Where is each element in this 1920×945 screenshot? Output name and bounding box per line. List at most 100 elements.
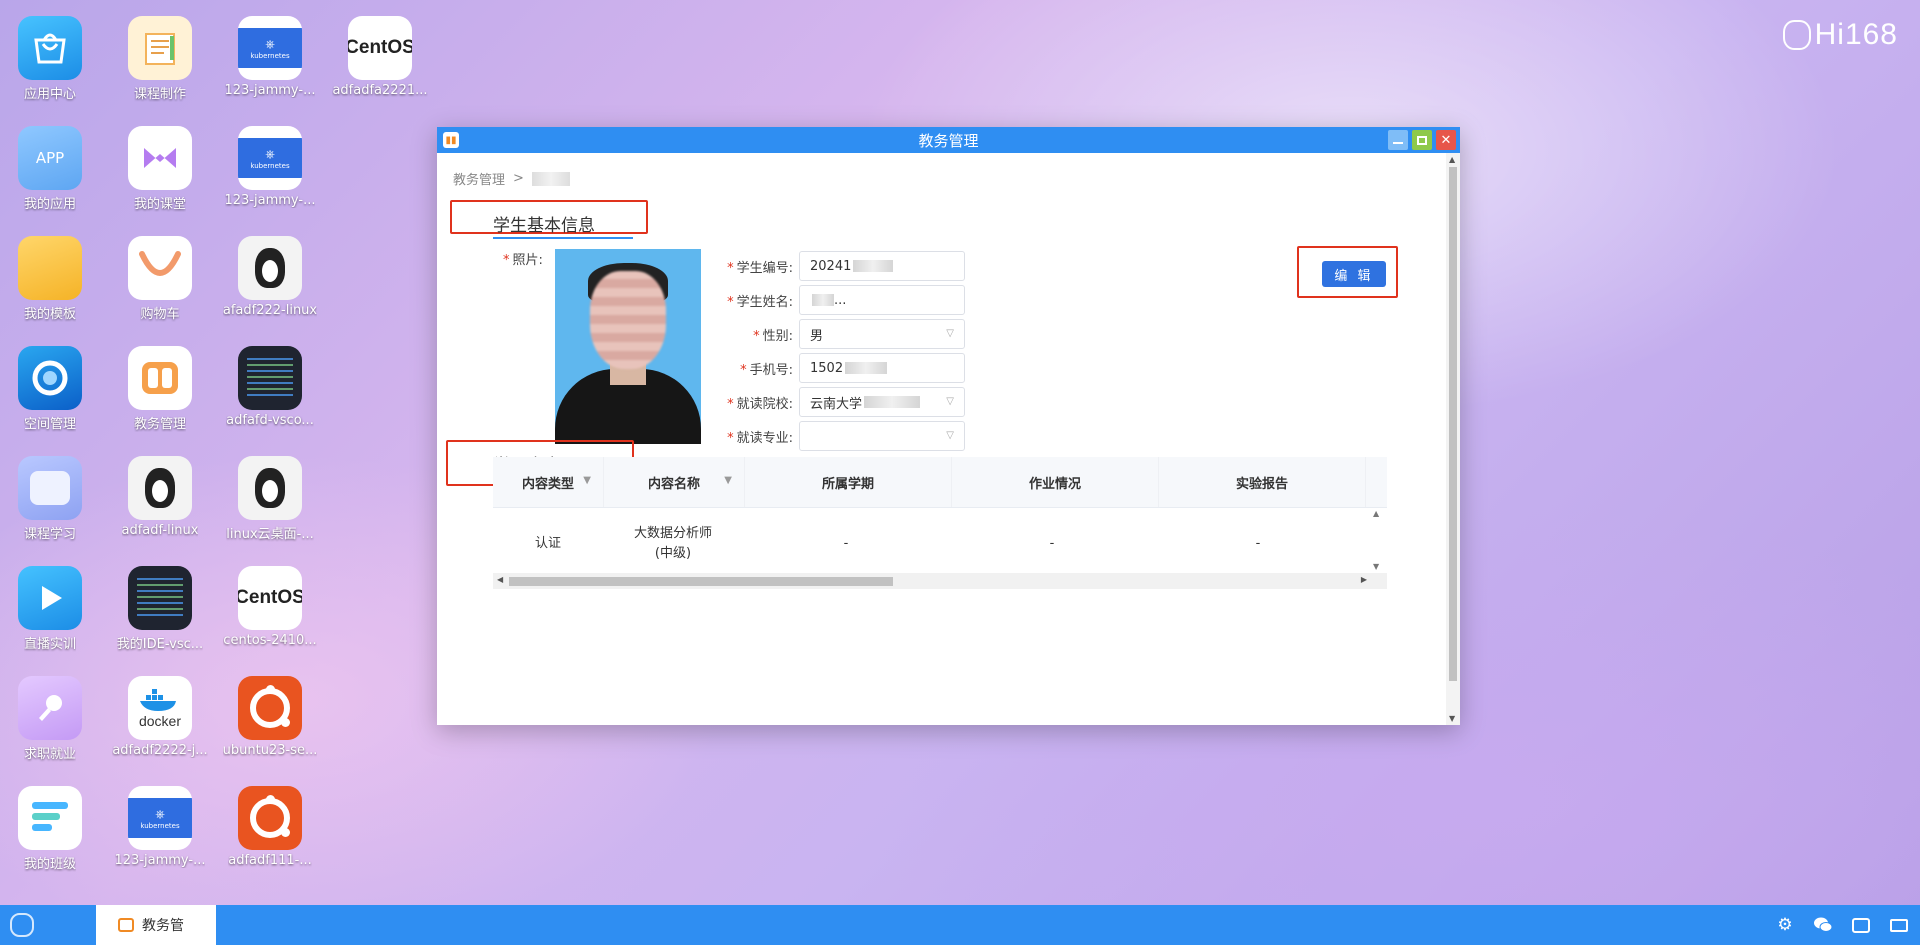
gender-row: * 性别: 男 ▽ — [707, 319, 965, 349]
column-content-name[interactable]: 内容名称 ▼ — [604, 457, 745, 507]
window-controls: ✕ — [1388, 130, 1456, 150]
kubernetes-icon: ⎈ kubernetes — [238, 16, 302, 80]
vscode-desktop-icon[interactable]: adfafd-vsco... — [220, 346, 320, 446]
my-classroom-icon[interactable]: 我的课堂 — [110, 126, 210, 226]
document-icon — [128, 16, 192, 80]
scroll-right-icon[interactable]: ▶ — [1361, 575, 1367, 584]
student-name-row: * 学生姓名: ... — [707, 285, 965, 315]
shopping-bag-icon — [18, 16, 82, 80]
app-icon: APP — [18, 126, 82, 190]
job-icon[interactable]: 求职就业 — [0, 676, 100, 776]
desktop-icon-label: 123-jammy-... — [114, 853, 206, 868]
chevron-down-icon: ▽ — [946, 430, 954, 441]
filter-icon[interactable]: ▼ — [724, 475, 732, 486]
centos-icon: CentOS — [348, 16, 412, 80]
course-study-icon[interactable]: 课程学习 — [0, 456, 100, 556]
breadcrumb-root[interactable]: 教务管理 — [453, 169, 505, 188]
scroll-up-icon[interactable]: ▲ — [1373, 509, 1379, 518]
desktop-icon-label: 我的班级 — [23, 857, 76, 872]
scrollbar-thumb[interactable] — [509, 577, 893, 586]
cell-homework: - — [1049, 536, 1055, 551]
kubernetes-desktop-icon[interactable]: ⎈ kubernetes 123-jammy-... — [220, 16, 320, 116]
column-term: 所属学期 — [745, 457, 952, 507]
desktop-icon-label: 直播实训 — [23, 637, 76, 652]
desktop-icon-label: adfadf2222-j... — [112, 743, 208, 758]
student-id-field[interactable]: 20241 — [799, 251, 965, 281]
desktop-icon-label: 我的模板 — [23, 307, 76, 322]
study-content-table: 内容类型 ▼ 内容名称 ▼ 所属学期 作业情况 实验报告 认证 大数据分析师 (中级… — [493, 457, 1387, 589]
system-tray: ⚙ — [1774, 905, 1910, 945]
linux-desktop-icon[interactable]: afadf222-linux — [220, 236, 320, 336]
scroll-down-icon[interactable]: ▼ — [1449, 714, 1455, 723]
book-icon — [118, 918, 134, 932]
kubernetes-desktop-icon[interactable]: ⎈ kubernetes 123-jammy-... — [110, 786, 210, 886]
cell-type: 认证 — [534, 536, 561, 551]
close-button[interactable]: ✕ — [1436, 130, 1456, 150]
minimize-button[interactable] — [1388, 130, 1408, 150]
school-select[interactable]: 云南大学 ▽ — [799, 387, 965, 417]
course-creation-icon[interactable]: 课程制作 — [110, 16, 210, 116]
penguin-icon — [238, 236, 302, 300]
kubernetes-icon: ⎈ kubernetes — [128, 786, 192, 850]
window-titlebar[interactable]: ▮▮ 教务管理 ✕ — [437, 127, 1460, 153]
gender-select[interactable]: 男 ▽ — [799, 319, 965, 349]
settings-icon[interactable]: ⚙ — [1774, 914, 1796, 936]
desktop-icon-label: 求职就业 — [23, 747, 76, 762]
ubuntu-desktop-icon[interactable]: adfadf111-... — [220, 786, 320, 886]
docker-desktop-icon[interactable]: docker adfadf2222-j... — [110, 676, 210, 776]
edit-button[interactable]: 编 辑 — [1322, 261, 1386, 287]
scrollbar-thumb[interactable] — [1449, 167, 1457, 681]
student-name-field[interactable]: ... — [799, 285, 965, 315]
start-menu-icon[interactable] — [10, 913, 34, 937]
filter-icon[interactable]: ▼ — [583, 475, 591, 486]
centos-desktop-icon[interactable]: CentOS adfadfa2221... — [330, 16, 430, 116]
desktop-icon-label: adfadfa2221... — [332, 83, 428, 98]
maximize-button[interactable] — [1412, 130, 1432, 150]
wechat-icon[interactable] — [1812, 914, 1834, 936]
scroll-left-icon[interactable]: ◀ — [497, 575, 503, 584]
academic-management-icon[interactable]: 教务管理 — [110, 346, 210, 446]
table-horizontal-scrollbar[interactable]: ◀ ▶ — [493, 573, 1387, 589]
linux-desktop-icon[interactable]: adfadf-linux — [110, 456, 210, 556]
table-row[interactable]: 认证 大数据分析师 (中级) - - - — [493, 508, 1387, 580]
kubernetes-desktop-icon[interactable]: ⎈ kubernetes 123-jammy-... — [220, 126, 320, 226]
desktop-icon-label: 课程制作 — [133, 87, 186, 102]
scroll-up-icon[interactable]: ▲ — [1449, 155, 1455, 164]
major-select[interactable]: ▽ — [799, 421, 965, 451]
breadcrumb-separator: > — [513, 171, 524, 186]
live-training-icon[interactable]: 直播实训 — [0, 566, 100, 666]
my-apps-icon[interactable]: APP 我的应用 — [0, 126, 100, 226]
monitor-icon[interactable] — [1888, 914, 1910, 936]
scroll-down-icon[interactable]: ▼ — [1373, 562, 1379, 571]
cart-icon[interactable]: 购物车 — [110, 236, 210, 336]
brand-logo: Hi168 — [1782, 18, 1898, 52]
taskbar-item-academic-management[interactable]: 教务管 — [96, 905, 216, 945]
phone-field[interactable]: 1502 — [799, 353, 965, 383]
play-icon — [18, 566, 82, 630]
column-content-type[interactable]: 内容类型 ▼ — [493, 457, 604, 507]
my-class-icon[interactable]: 我的班级 — [0, 786, 100, 886]
key-icon — [18, 676, 82, 740]
desktop-icon-label: ubuntu23-se... — [222, 743, 318, 758]
app-center-icon[interactable]: 应用中心 — [0, 16, 100, 116]
phone-row: * 手机号: 1502 — [707, 353, 965, 383]
section-underline — [493, 237, 633, 239]
ubuntu-icon — [238, 786, 302, 850]
centos-desktop-icon[interactable]: CentOS centos-2410... — [220, 566, 320, 666]
school-row: * 就读院校: 云南大学 ▽ — [707, 387, 965, 417]
desktop-icon-label: 空间管理 — [23, 417, 76, 432]
window-icon — [18, 456, 82, 520]
desktop-icon-label: 我的应用 — [23, 197, 76, 212]
book-icon — [128, 346, 192, 410]
space-management-icon[interactable]: 空间管理 — [0, 346, 100, 446]
ubuntu-desktop-icon[interactable]: ubuntu23-se... — [220, 676, 320, 776]
major-row: * 就读专业: ▽ — [707, 421, 965, 451]
table-vertical-scrollbar[interactable]: ▲ ▼ — [1373, 509, 1383, 571]
linux-desktop-icon[interactable]: linux云桌面-... — [220, 456, 320, 556]
column-report: 实验报告 — [1159, 457, 1366, 507]
message-icon[interactable] — [1850, 914, 1872, 936]
ide-icon[interactable]: 我的IDE-vsc... — [110, 566, 210, 666]
smile-icon — [128, 236, 192, 300]
window-vertical-scrollbar[interactable]: ▲ ▼ — [1446, 153, 1460, 725]
my-templates-icon[interactable]: 我的模板 — [0, 236, 100, 336]
